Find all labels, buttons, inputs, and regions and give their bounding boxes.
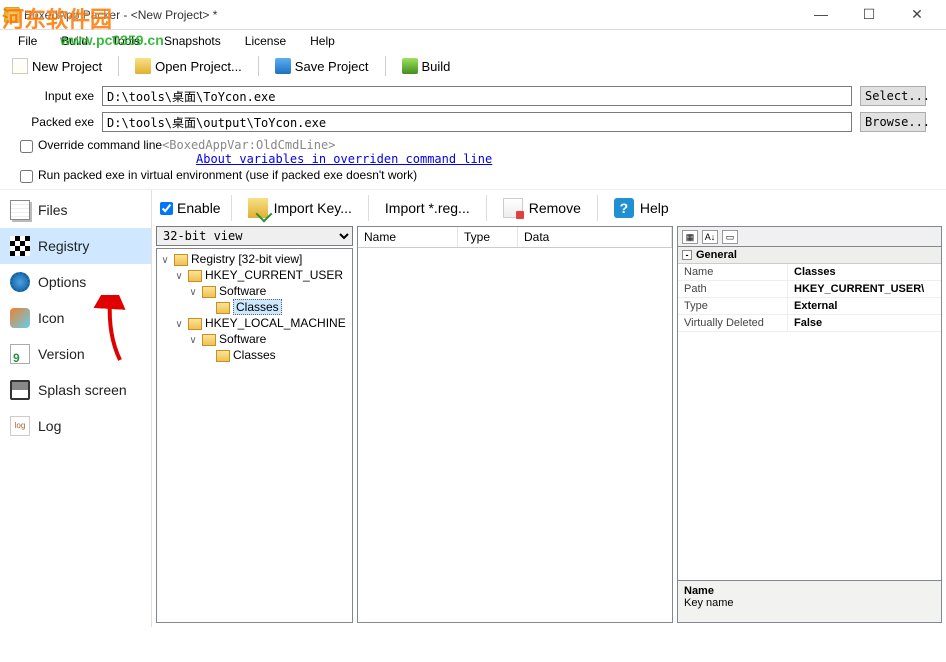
menu-file[interactable]: File [8, 32, 47, 50]
registry-tree[interactable]: ∨Registry [32-bit view] ∨HKEY_CURRENT_US… [156, 248, 353, 623]
version-icon [10, 344, 30, 364]
properties-panel: ▦ A↓ ▭ -General NameClasses PathHKEY_CUR… [677, 226, 942, 623]
build-icon [402, 58, 418, 74]
registry-panel: Enable Import Key... Import *.reg... Rem… [152, 190, 946, 627]
sidebar: Files Registry Options Icon Version Spla… [0, 190, 152, 627]
icon-icon [10, 308, 30, 328]
packed-exe-field[interactable] [102, 112, 852, 132]
sidebar-item-log[interactable]: logLog [0, 408, 151, 444]
prop-name[interactable]: NameClasses [678, 264, 941, 281]
import-reg-button[interactable]: Import *.reg... [379, 197, 476, 219]
list-header: Name Type Data [358, 227, 672, 248]
packed-exe-label: Packed exe [20, 115, 94, 129]
files-icon [10, 200, 30, 220]
new-project-button[interactable]: New Project [6, 56, 108, 76]
registry-values-list[interactable]: Name Type Data [357, 226, 673, 623]
registry-toolbar: Enable Import Key... Import *.reg... Rem… [152, 190, 946, 226]
col-data[interactable]: Data [518, 227, 672, 247]
enable-checkbox-wrap[interactable]: Enable [160, 200, 221, 216]
override-cmdline-label: Override command line [38, 138, 162, 152]
props-toolbar: ▦ A↓ ▭ [677, 226, 942, 246]
save-icon [275, 58, 291, 74]
separator [385, 56, 386, 76]
tree-hklm[interactable]: HKEY_LOCAL_MACHINE [205, 316, 346, 330]
menu-tools[interactable]: Tools [102, 32, 150, 50]
import-key-button[interactable]: Import Key... [242, 195, 358, 221]
menu-snapshots[interactable]: Snapshots [154, 32, 231, 50]
input-exe-label: Input exe [20, 89, 94, 103]
log-icon: log [10, 416, 30, 436]
new-icon [12, 58, 28, 74]
main-split: Files Registry Options Icon Version Spla… [0, 189, 946, 627]
help-icon: ? [614, 198, 634, 218]
splash-icon [10, 380, 30, 400]
override-placeholder: <BoxedAppVar:OldCmdLine> [162, 138, 335, 152]
sidebar-item-version[interactable]: Version [0, 336, 151, 372]
menu-bar: File Build Tools Snapshots License Help [0, 30, 946, 52]
minimize-button[interactable]: — [806, 6, 836, 23]
override-cmdline-checkbox[interactable] [20, 140, 33, 153]
prop-type[interactable]: TypeExternal [678, 298, 941, 315]
sidebar-item-registry[interactable]: Registry [0, 228, 151, 264]
separator [258, 56, 259, 76]
menu-license[interactable]: License [235, 32, 296, 50]
titlebar: BoxedApp Packer - <New Project> * — ☐ ✕ [0, 0, 946, 30]
close-button[interactable]: ✕ [902, 6, 932, 23]
build-button[interactable]: Build [396, 56, 457, 76]
input-exe-field[interactable] [102, 86, 852, 106]
sidebar-item-icon[interactable]: Icon [0, 300, 151, 336]
properties-description: Name Key name [677, 581, 942, 623]
app-icon [4, 7, 20, 23]
sidebar-item-splash[interactable]: Splash screen [0, 372, 151, 408]
maximize-button[interactable]: ☐ [854, 6, 884, 23]
remove-icon [503, 198, 523, 218]
override-help-link[interactable]: About variables in overriden command lin… [196, 152, 492, 166]
open-icon [135, 58, 151, 74]
select-button[interactable]: Select... [860, 86, 926, 106]
tree-hkcu-classes[interactable]: Classes [233, 299, 282, 315]
open-project-button[interactable]: Open Project... [129, 56, 248, 76]
registry-tree-panel: 32-bit view ∨Registry [32-bit view] ∨HKE… [156, 226, 353, 623]
properties-grid[interactable]: -General NameClasses PathHKEY_CURRENT_US… [677, 246, 942, 581]
menu-help[interactable]: Help [300, 32, 345, 50]
registry-icon [10, 236, 30, 256]
virtual-env-checkbox[interactable] [20, 170, 33, 183]
prop-path[interactable]: PathHKEY_CURRENT_USER\ [678, 281, 941, 298]
project-form: Input exe Select... Packed exe Browse...… [0, 80, 946, 189]
tree-hklm-software[interactable]: Software [219, 332, 266, 346]
sidebar-item-options[interactable]: Options [0, 264, 151, 300]
enable-checkbox[interactable] [160, 202, 173, 215]
col-name[interactable]: Name [358, 227, 458, 247]
tree-root[interactable]: Registry [32-bit view] [191, 252, 302, 266]
sidebar-item-files[interactable]: Files [0, 192, 151, 228]
menu-build[interactable]: Build [51, 32, 98, 50]
window-title: BoxedApp Packer - <New Project> * [24, 8, 217, 22]
col-type[interactable]: Type [458, 227, 518, 247]
tree-hkcu-software[interactable]: Software [219, 284, 266, 298]
prop-virtually-deleted[interactable]: Virtually DeletedFalse [678, 315, 941, 332]
category-general[interactable]: -General [678, 247, 941, 264]
browse-button[interactable]: Browse... [860, 112, 926, 132]
save-project-button[interactable]: Save Project [269, 56, 375, 76]
help-button[interactable]: ?Help [608, 195, 675, 221]
options-icon [10, 272, 30, 292]
virtual-env-label: Run packed exe in virtual environment (u… [38, 168, 417, 182]
alphabetical-icon[interactable]: A↓ [702, 230, 718, 244]
main-toolbar: New Project Open Project... Save Project… [0, 52, 946, 80]
tree-hklm-classes[interactable]: Classes [233, 348, 276, 362]
registry-view-select[interactable]: 32-bit view [156, 226, 353, 246]
remove-button[interactable]: Remove [497, 195, 587, 221]
separator [118, 56, 119, 76]
tree-hkcu[interactable]: HKEY_CURRENT_USER [205, 268, 343, 282]
categorized-icon[interactable]: ▦ [682, 230, 698, 244]
import-key-icon [248, 198, 268, 218]
props-pages-icon[interactable]: ▭ [722, 230, 738, 244]
